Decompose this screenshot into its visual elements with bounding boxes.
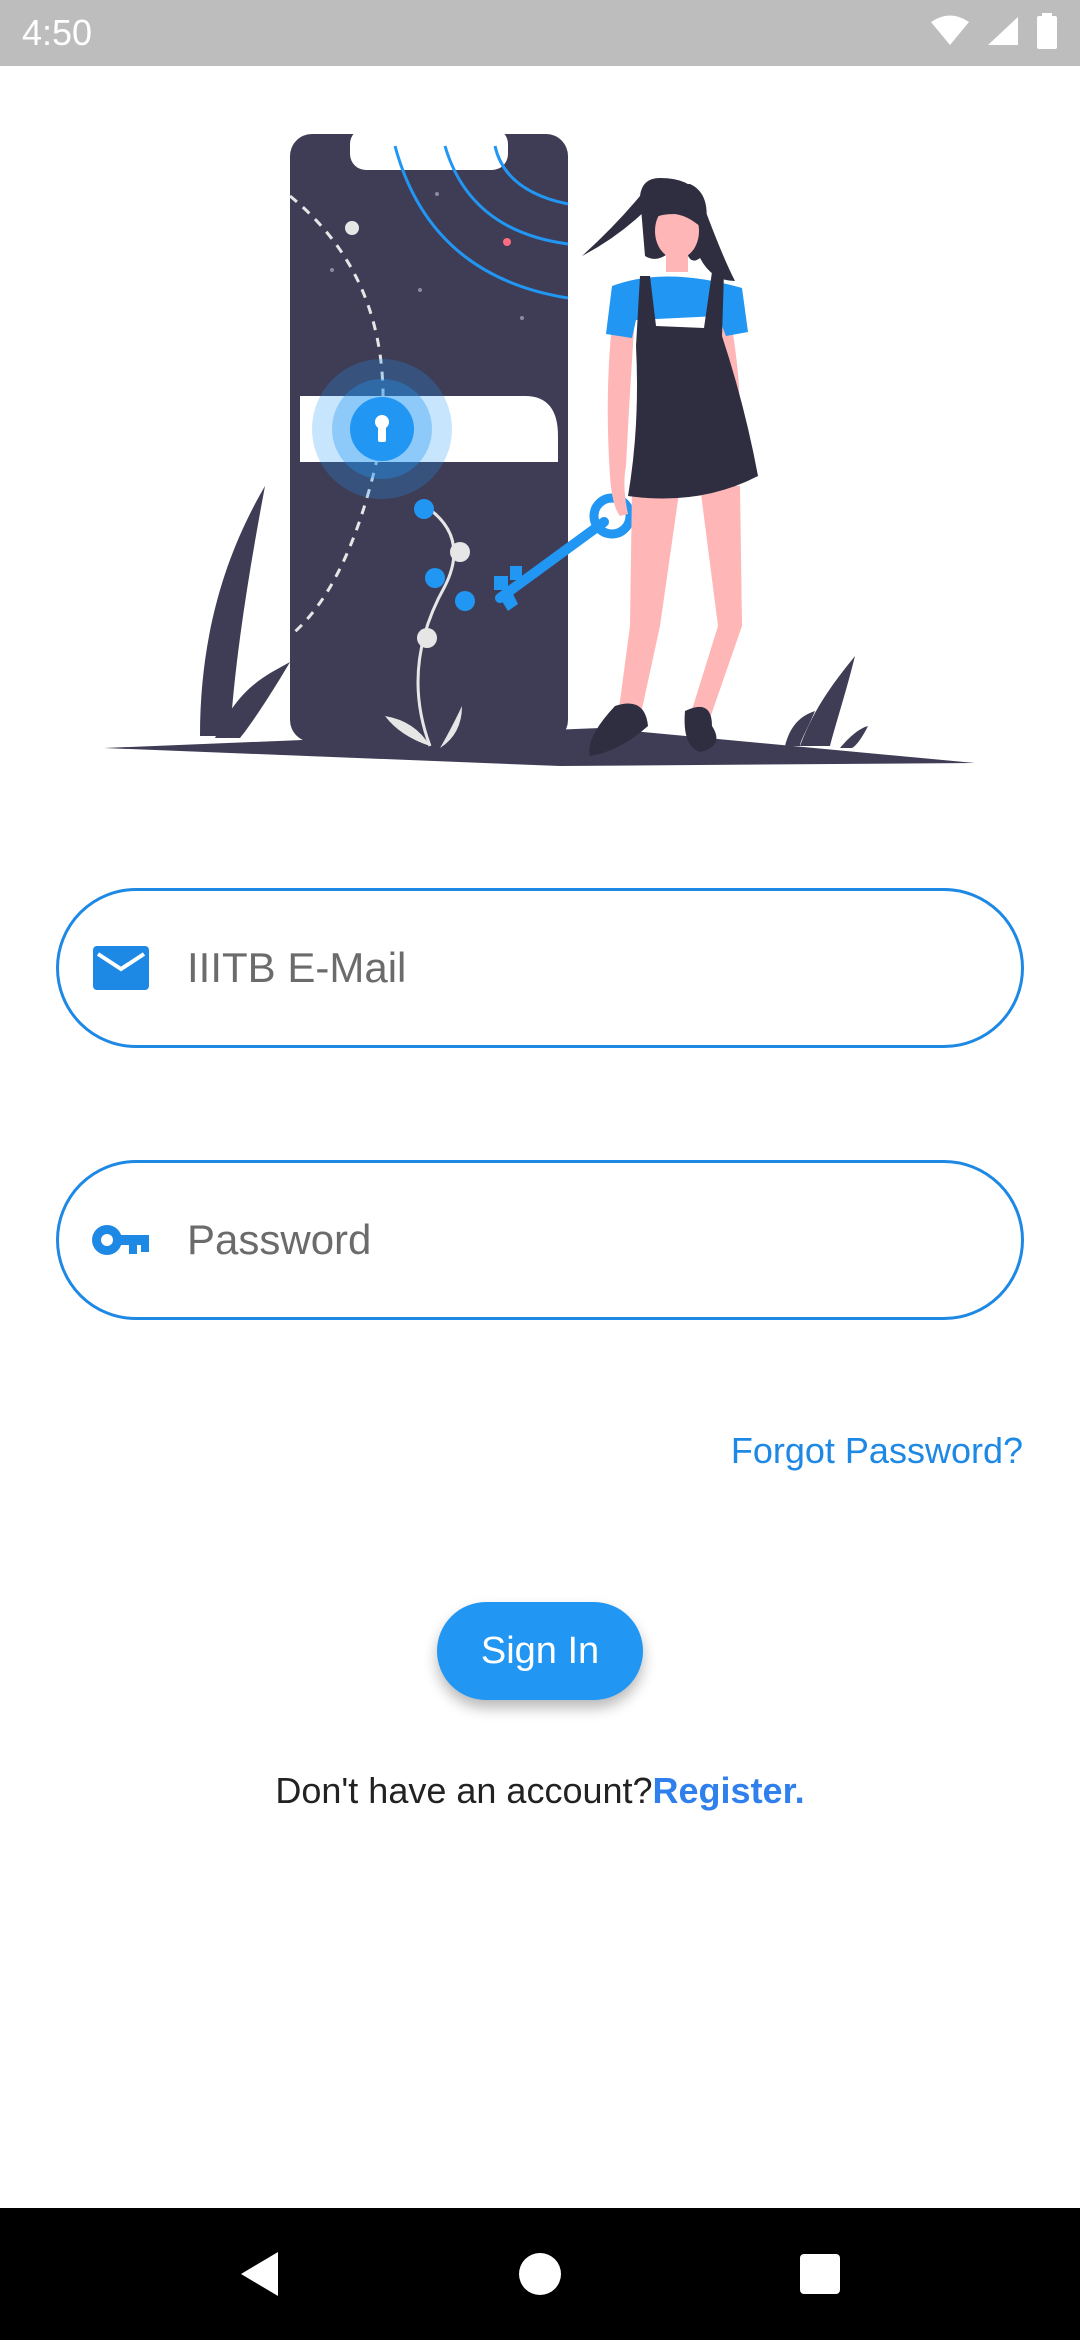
- battery-icon: [1036, 12, 1058, 54]
- register-link[interactable]: Register.: [653, 1770, 805, 1811]
- signal-icon: [986, 15, 1020, 52]
- back-icon[interactable]: [220, 2234, 300, 2314]
- register-prompt: Don't have an account?Register.: [0, 1770, 1080, 1812]
- status-icons: [930, 12, 1058, 54]
- sign-in-button[interactable]: Sign In: [437, 1602, 643, 1700]
- wifi-icon: [930, 15, 970, 52]
- key-icon: [91, 1210, 151, 1270]
- email-input[interactable]: [187, 944, 967, 992]
- password-input[interactable]: [187, 1216, 967, 1264]
- email-field[interactable]: [56, 888, 1024, 1048]
- home-icon[interactable]: [500, 2234, 580, 2314]
- login-screen: 4:50 IIITB E-Mail Forgot Password? Sign …: [0, 0, 1080, 2340]
- recents-icon[interactable]: [780, 2234, 860, 2314]
- status-bar: 4:50: [0, 0, 1080, 66]
- mail-icon: [91, 938, 151, 998]
- phone-unlock-illustration: [0, 66, 1080, 786]
- status-time: 4:50: [22, 12, 93, 53]
- password-field[interactable]: [56, 1160, 1024, 1320]
- navigation-bar: [0, 2208, 1080, 2340]
- forgot-password-link[interactable]: Forgot Password?: [731, 1430, 1023, 1472]
- register-prompt-text: Don't have an account?: [275, 1770, 653, 1811]
